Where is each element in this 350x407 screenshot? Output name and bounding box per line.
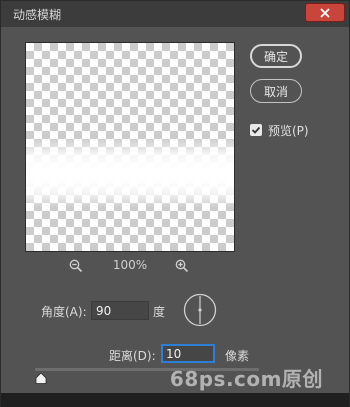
angle-label: 角度(A): <box>41 305 87 319</box>
check-icon <box>251 126 261 134</box>
angle-unit: 度 <box>153 305 166 319</box>
cancel-button[interactable]: 取消 <box>250 79 302 103</box>
preview-label: 预览(P) <box>268 123 309 138</box>
dialog-title: 动感模糊 <box>13 8 62 22</box>
bottom-strip <box>1 393 349 407</box>
close-button[interactable] <box>305 3 345 22</box>
zoom-in-icon[interactable] <box>175 259 189 273</box>
close-icon <box>320 7 330 18</box>
preview-toggle[interactable]: 预览(P) <box>250 122 309 138</box>
zoom-out-icon[interactable] <box>69 259 83 273</box>
angle-dial[interactable] <box>183 293 217 327</box>
distance-input[interactable] <box>161 344 215 363</box>
distance-label: 距离(D): <box>109 349 156 363</box>
motion-blur-preview <box>26 138 234 208</box>
title-bar[interactable]: 动感模糊 <box>1 1 349 27</box>
preview-checkbox[interactable] <box>250 124 262 136</box>
motion-blur-dialog: 动感模糊 100% 确定 取消 预览(P) 角度(A): 90 度 距离(D):… <box>0 0 350 407</box>
slider-thumb[interactable] <box>35 373 47 384</box>
angle-input[interactable] <box>91 301 149 320</box>
ok-button[interactable]: 确定 <box>250 44 302 68</box>
zoom-controls: 100% <box>25 257 233 275</box>
distance-unit: 像素 <box>225 349 250 363</box>
preview-canvas[interactable] <box>25 42 235 252</box>
watermark: 68ps.com原创 <box>169 367 323 391</box>
zoom-level: 100% <box>112 258 148 272</box>
